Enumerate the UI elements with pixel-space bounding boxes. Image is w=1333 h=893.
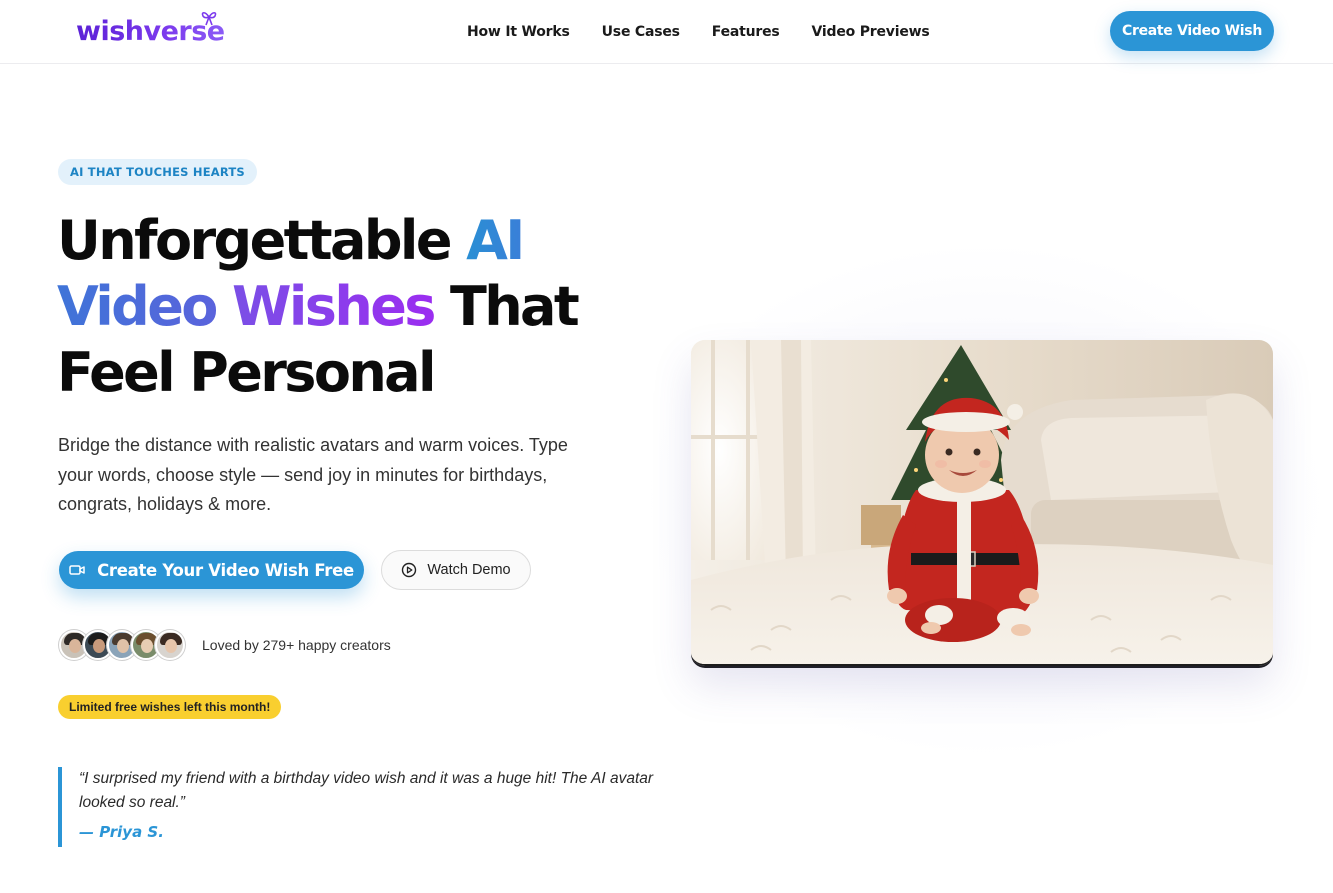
creator-avatars — [59, 630, 185, 660]
logo[interactable]: wishverse — [76, 10, 225, 50]
headline-accent-video: Video — [57, 275, 218, 338]
avatar — [155, 630, 185, 660]
headline-accent-ai: AI — [466, 209, 525, 272]
header-create-video-wish-button[interactable]: Create Video Wish — [1110, 11, 1274, 51]
social-proof-text: Loved by 279+ happy creators — [202, 637, 391, 653]
main-nav: How It Works Use Cases Features Video Pr… — [467, 0, 930, 64]
hero-video-preview[interactable] — [691, 340, 1273, 666]
header-cta-label: Create Video Wish — [1121, 23, 1263, 39]
testimonial-author: — Priya S. — [79, 823, 164, 841]
hero-subtext: Bridge the distance with realistic avata… — [58, 435, 568, 514]
create-video-wish-free-button[interactable]: Create Your Video Wish Free — [59, 551, 364, 589]
headline-accent-wishes: Wishes — [231, 275, 436, 338]
play-circle-icon — [402, 562, 417, 578]
secondary-cta-label: Watch Demo — [427, 562, 511, 578]
headline-text-that: That — [433, 275, 580, 338]
urgency-badge: Limited free wishes left this month! — [58, 695, 282, 719]
video-camera-icon — [69, 565, 85, 575]
testimonial-quote: “I surprised my friend with a birthday v… — [79, 770, 654, 811]
watch-demo-button[interactable]: Watch Demo — [381, 550, 531, 590]
site-header: wishverse How It Works Use Cases Feature… — [0, 0, 1333, 64]
headline-line-2: Video Wishes That — [57, 274, 657, 340]
nav-features[interactable]: Features — [712, 24, 780, 40]
nav-video-previews[interactable]: Video Previews — [812, 24, 930, 40]
headline-text-unforgettable: Unforgettable — [57, 209, 467, 272]
headline-line-3: Feel Personal — [57, 341, 437, 404]
primary-cta-label: Create Your Video Wish Free — [97, 560, 354, 580]
hero-badge: AI THAT TOUCHES HEARTS — [58, 159, 257, 185]
testimonial: “I surprised my friend with a birthday v… — [58, 767, 658, 847]
nav-use-cases[interactable]: Use Cases — [602, 24, 680, 40]
headline-line-1: Unforgettable AI — [57, 208, 657, 274]
nav-how-it-works[interactable]: How It Works — [467, 24, 570, 40]
gift-bow-icon — [201, 11, 217, 26]
baby-santa-illustration — [691, 340, 1273, 664]
hero-headline: Unforgettable AI Video Wishes That Feel … — [57, 208, 657, 406]
